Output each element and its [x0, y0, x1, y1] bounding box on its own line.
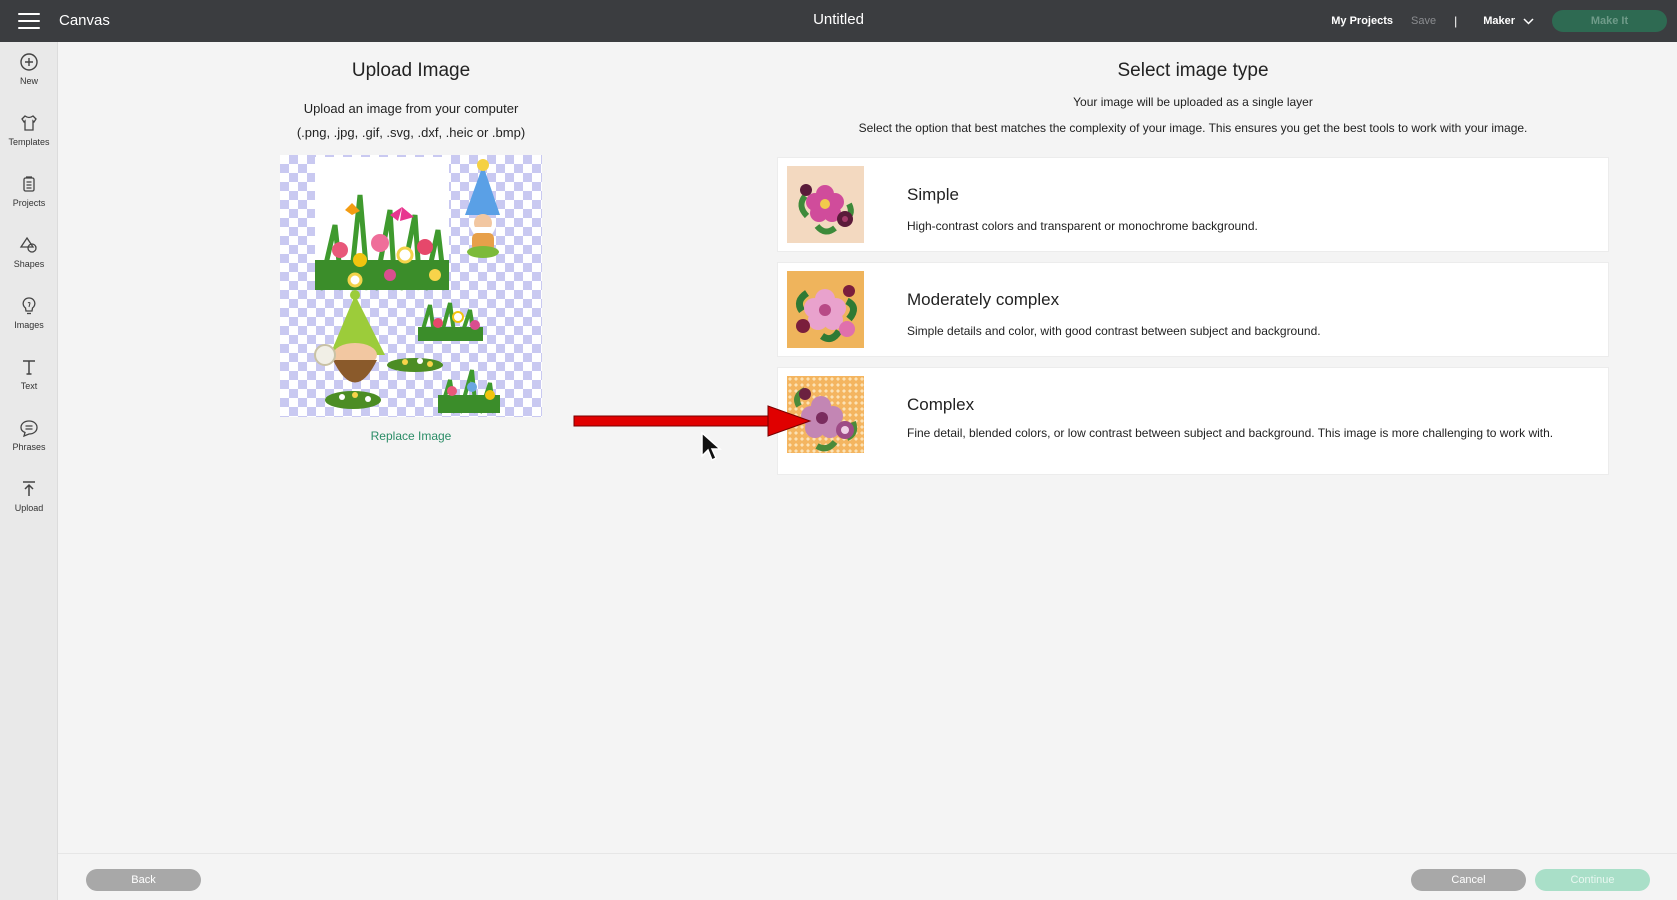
left-sidebar: New Templates Projects Shapes Images Tex…	[0, 42, 58, 900]
option-name: Simple	[907, 185, 959, 204]
continue-button[interactable]: Continue	[1535, 869, 1650, 891]
option-name: Complex	[907, 395, 975, 414]
sidebar-item-shapes[interactable]: Shapes	[0, 235, 58, 287]
gnome-garden-image	[314, 157, 500, 414]
upload-title: Upload Image	[351, 60, 471, 81]
menu-icon[interactable]	[18, 13, 40, 29]
sidebar-item-templates[interactable]: Templates	[0, 113, 58, 165]
text-icon	[23, 360, 35, 375]
option-description: Fine detail, blended colors, or low cont…	[907, 426, 1554, 440]
sidebar-item-phrases[interactable]: Phrases	[0, 418, 58, 470]
sidebar-item-text[interactable]: Text	[0, 357, 58, 409]
machine-selector[interactable]: Maker	[1483, 15, 1534, 27]
moderately-complex-thumbnail	[787, 271, 864, 348]
sidebar-item-label: Templates	[8, 137, 50, 147]
upload-instructions: Upload an image from your computer	[303, 101, 519, 116]
mouse-cursor-icon	[701, 431, 722, 462]
chevron-down-icon	[1523, 17, 1534, 25]
sidebar-item-label: Images	[14, 320, 44, 330]
lightbulb-icon	[22, 297, 36, 315]
shapes-icon	[19, 236, 37, 253]
sidebar-item-label: Phrases	[12, 442, 46, 452]
sidebar-item-projects[interactable]: Projects	[0, 174, 58, 226]
simple-thumbnail	[787, 166, 864, 243]
sidebar-item-label: Upload	[14, 503, 44, 513]
plus-circle-icon	[20, 53, 38, 71]
option-complex[interactable]: Complex Fine detail, blended colors, or …	[777, 367, 1609, 475]
select-type-title: Select image type	[1117, 60, 1269, 81]
sidebar-item-images[interactable]: Images	[0, 296, 58, 348]
projects-icon	[23, 176, 35, 192]
sidebar-item-label: New	[19, 76, 38, 86]
upload-icon	[23, 481, 35, 496]
uploaded-image-preview	[280, 155, 542, 417]
save-button[interactable]: Save	[1411, 15, 1436, 27]
app-name: Canvas	[59, 12, 110, 29]
option-description: High-contrast colors and transparent or …	[907, 219, 1258, 233]
option-description: Simple details and color, with good cont…	[907, 324, 1321, 338]
header-separator: |	[1454, 14, 1458, 28]
document-title[interactable]: Untitled	[813, 11, 864, 28]
sidebar-item-label: Projects	[12, 198, 46, 208]
upload-description: Upload an image from your computer (.png…	[261, 97, 561, 145]
make-it-button[interactable]: Make It	[1552, 10, 1667, 32]
top-bar: Canvas Untitled My Projects Save | Maker…	[0, 0, 1677, 42]
option-simple[interactable]: Simple High-contrast colors and transpar…	[777, 157, 1609, 252]
red-arrow-annotation	[573, 405, 812, 437]
select-type-subtitle: Your image will be uploaded as a single …	[1073, 95, 1313, 109]
replace-image-link[interactable]: Replace Image	[261, 429, 561, 443]
shirt-icon	[21, 115, 37, 131]
top-right-controls: My Projects Save | Maker Make It	[1331, 0, 1677, 42]
select-type-description: Select the option that best matches the …	[858, 121, 1528, 135]
sidebar-item-label: Shapes	[13, 259, 45, 269]
option-name: Moderately complex	[907, 290, 1060, 309]
sidebar-item-new[interactable]: New	[0, 52, 58, 104]
machine-name: Maker	[1483, 15, 1515, 27]
sidebar-item-label: Text	[20, 381, 38, 391]
my-projects-link[interactable]: My Projects	[1331, 15, 1393, 27]
option-moderately-complex[interactable]: Moderately complex Simple details and co…	[777, 262, 1609, 357]
back-button[interactable]: Back	[86, 869, 201, 891]
cancel-button[interactable]: Cancel	[1411, 869, 1526, 891]
speech-bubble-icon	[20, 420, 38, 438]
upload-formats: (.png, .jpg, .gif, .svg, .dxf, .heic or …	[296, 125, 526, 140]
sidebar-item-upload[interactable]: Upload	[0, 479, 58, 531]
